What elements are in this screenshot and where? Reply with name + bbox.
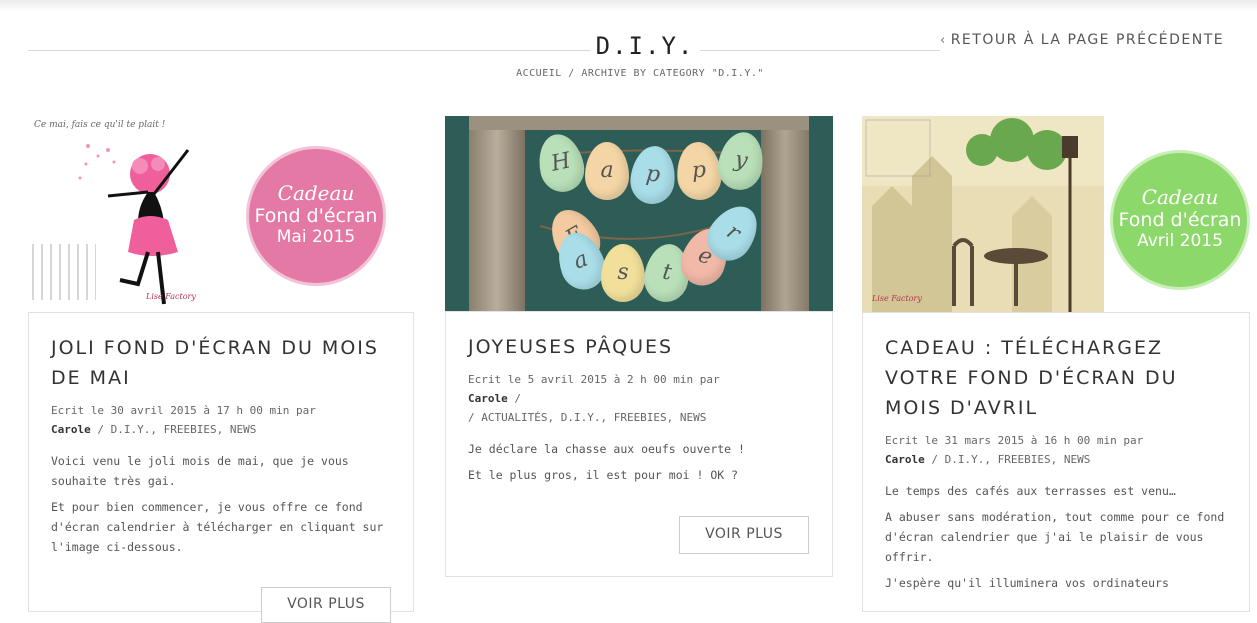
post-card: JOLI FOND D'ÉCRAN DU MOIS DE MAI Ecrit l… xyxy=(28,312,414,623)
chevron-left-icon: ‹ xyxy=(940,33,947,48)
post-excerpt: Je déclare la chasse aux oeufs ouverte !… xyxy=(468,442,745,482)
post-card: CADEAU : TÉLÉCHARGEZ VOTRE FOND D'ÉCRAN … xyxy=(862,312,1250,612)
post-author[interactable]: Carole xyxy=(51,423,91,436)
post-card: JOYEUSES PÂQUES Ecrit le 5 avril 2015 à … xyxy=(445,311,833,577)
divider-left xyxy=(28,50,590,51)
post-meta: Ecrit le 5 avril 2015 à 2 h 00 min par C… xyxy=(468,373,720,424)
post-image-easter[interactable]: H a p p y E a s t e r xyxy=(445,116,833,311)
script-text: Ce mai, fais ce qu'il te plait ! xyxy=(34,120,166,130)
page-title: D.I.Y. xyxy=(590,32,700,60)
post-date: Ecrit le 31 mars 2015 à 16 h 00 min par xyxy=(885,434,1144,447)
post-image-april-wallpaper[interactable]: Lise Factory Cadeau Fond d'écran Avril 2… xyxy=(862,116,1257,312)
post-date: Ecrit le 5 avril 2015 à 2 h 00 min par xyxy=(468,373,720,386)
top-shadow xyxy=(0,0,1257,12)
post-author[interactable]: Carole xyxy=(885,453,925,466)
badge-may-2015: Cadeau Fond d'écran Mai 2015 xyxy=(246,146,386,286)
voir-plus-button[interactable]: VOIR PLUS xyxy=(261,587,391,623)
post-title[interactable]: JOLI FOND D'ÉCRAN DU MOIS DE MAI xyxy=(51,333,395,393)
cafe-scene xyxy=(862,118,1104,312)
mini-calendar xyxy=(32,244,96,300)
signature: Lise Factory xyxy=(146,292,196,301)
post-categories[interactable]: / D.I.Y., FREEBIES, NEWS xyxy=(91,423,256,436)
post-date: Ecrit le 30 avril 2015 à 17 h 00 min par xyxy=(51,404,316,417)
post-categories[interactable]: / D.I.Y., FREEBIES, NEWS xyxy=(925,453,1090,466)
badge-april-2015: Cadeau Fond d'écran Avril 2015 xyxy=(1110,150,1250,290)
breadcrumb: ACCUEIL / ARCHIVE BY CATEGORY "D.I.Y." xyxy=(516,68,764,79)
voir-plus-button[interactable]: VOIR PLUS xyxy=(679,516,809,554)
post-author[interactable]: Carole xyxy=(468,392,508,405)
post-title[interactable]: CADEAU : TÉLÉCHARGEZ VOTRE FOND D'ÉCRAN … xyxy=(885,333,1231,423)
post-categories[interactable]: / ACTUALITÉS, D.I.Y., FREEBIES, NEWS xyxy=(468,411,706,424)
post-meta: Ecrit le 31 mars 2015 à 16 h 00 min par … xyxy=(885,431,1231,469)
post-excerpt: Le temps des cafés aux terrasses est ven… xyxy=(885,484,1225,590)
divider-right xyxy=(700,50,940,51)
back-link[interactable]: ‹ RETOUR À LA PAGE PRÉCÉDENTE xyxy=(940,32,1252,48)
post-meta: Ecrit le 30 avril 2015 à 17 h 00 min par… xyxy=(51,401,395,439)
post-excerpt: Voici venu le joli mois de mai, que je v… xyxy=(51,454,384,554)
signature: Lise Factory xyxy=(872,294,922,303)
post-image-may-wallpaper[interactable]: Ce mai, fais ce qu'il te plait ! Lise Fa… xyxy=(28,116,420,312)
back-link-label: RETOUR À LA PAGE PRÉCÉDENTE xyxy=(950,32,1225,48)
post-title[interactable]: JOYEUSES PÂQUES xyxy=(468,332,814,362)
